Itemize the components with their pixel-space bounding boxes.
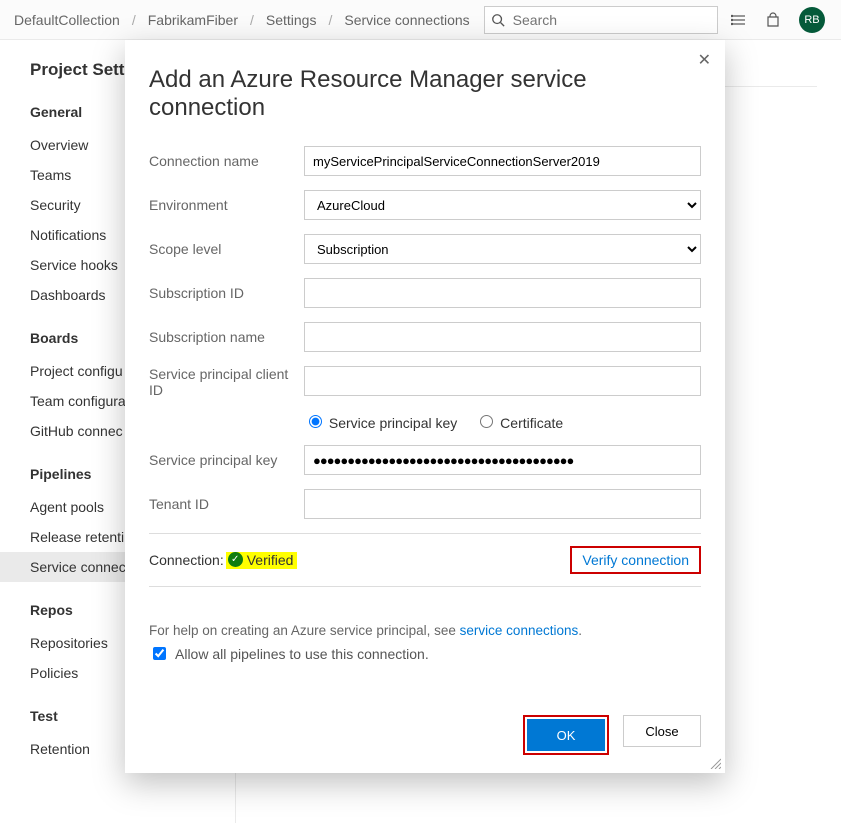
separator [149,586,701,587]
help-link[interactable]: service connections [460,623,579,638]
dialog-title: Add an Azure Resource Manager service co… [149,66,701,122]
shopping-bag-icon[interactable] [765,12,781,28]
label-tenant-id: Tenant ID [149,496,304,512]
breadcrumb-seg[interactable]: DefaultCollection [8,8,126,32]
top-bar: DefaultCollection / FabrikamFiber / Sett… [0,0,841,40]
ok-highlight: OK [523,715,609,755]
breadcrumb-sep: / [328,12,332,28]
verify-connection-highlight: Verify connection [570,546,701,574]
search-icon [491,13,505,27]
separator [149,533,701,534]
breadcrumb-seg[interactable]: FabrikamFiber [142,8,244,32]
connection-name-input[interactable] [304,146,701,176]
list-icon[interactable] [731,12,747,28]
topbar-actions: RB [731,7,833,33]
label-subscription-name: Subscription name [149,329,304,345]
close-button[interactable]: Close [623,715,701,747]
subscription-id-input[interactable] [304,278,701,308]
tenant-id-input[interactable] [304,489,701,519]
verified-text: Verified [247,552,294,568]
allow-all-label: Allow all pipelines to use this connecti… [175,646,429,662]
label-sp-key: Service principal key [149,452,304,468]
close-icon[interactable]: ✕ [698,50,711,70]
allow-all-checkbox[interactable] [153,647,166,660]
scope-level-select[interactable]: Subscription [304,234,701,264]
search-wrapper[interactable] [484,6,718,34]
breadcrumb: DefaultCollection / FabrikamFiber / Sett… [8,8,476,32]
environment-select[interactable]: AzureCloud [304,190,701,220]
label-subscription-id: Subscription ID [149,285,304,301]
label-environment: Environment [149,197,304,213]
breadcrumb-sep: / [132,12,136,28]
avatar[interactable]: RB [799,7,825,33]
radio-certificate[interactable]: Certificate [475,412,563,431]
label-connection-name: Connection name [149,153,304,169]
subscription-name-input[interactable] [304,322,701,352]
sp-key-input[interactable] [304,445,701,475]
status-verified: ✓ Verified [226,552,298,569]
breadcrumb-sep: / [250,12,254,28]
label-connection-status: Connection: [149,552,224,568]
radio-sp-key[interactable]: Service principal key [304,412,457,431]
verify-connection-link[interactable]: Verify connection [582,552,689,568]
ok-button[interactable]: OK [527,719,605,751]
label-scope-level: Scope level [149,241,304,257]
label-sp-client-id: Service principal client ID [149,366,304,398]
resize-grip-icon[interactable] [709,757,721,769]
sp-client-id-input[interactable] [304,366,701,396]
help-text: For help on creating an Azure service pr… [149,623,701,638]
add-connection-dialog: ✕ Add an Azure Resource Manager service … [125,40,725,773]
breadcrumb-seg[interactable]: Service connections [338,8,475,32]
breadcrumb-seg[interactable]: Settings [260,8,323,32]
search-input[interactable] [511,11,711,29]
check-circle-icon: ✓ [228,552,243,567]
